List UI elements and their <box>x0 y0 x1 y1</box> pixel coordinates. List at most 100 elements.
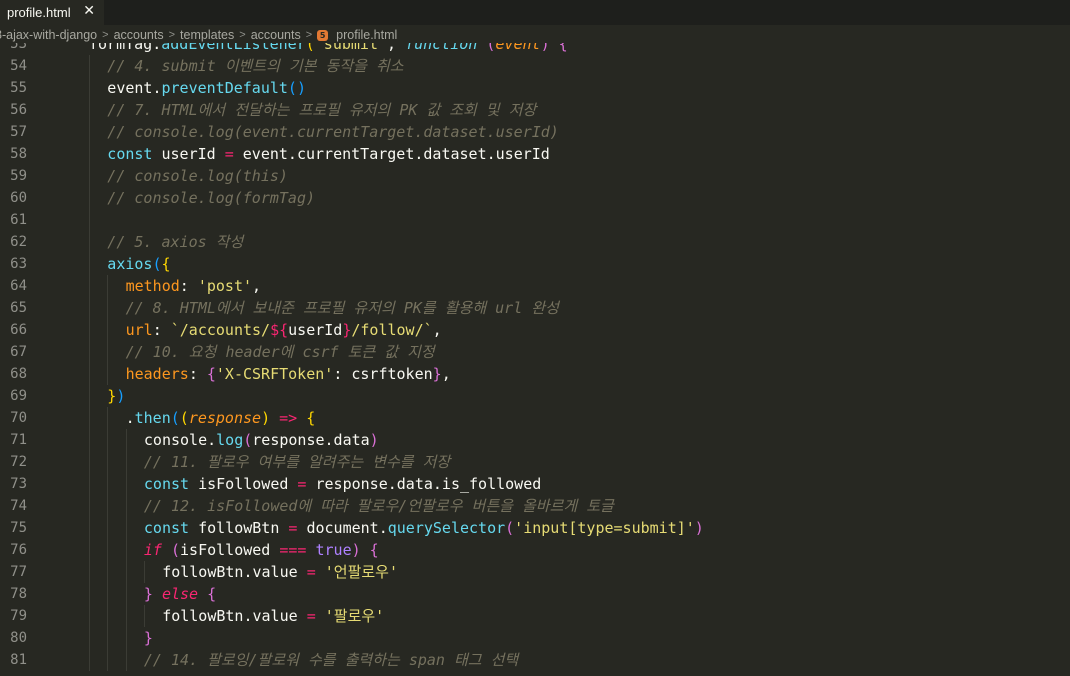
code-token: : csrftoken <box>333 365 433 383</box>
line-number: 58 <box>10 146 27 162</box>
code-token: // 12. isFollowed에 따라 팔로우/언팔로우 버튼을 올바르게 … <box>143 497 614 515</box>
code-line[interactable]: 59 // console.log(this) <box>0 165 1070 187</box>
code-token: event. <box>107 79 162 97</box>
code-editor[interactable]: 53 formTag.addEventListener('submit', fun… <box>0 43 1070 676</box>
code-line[interactable]: 60 // console.log(formTag) <box>0 187 1070 209</box>
code-line[interactable]: 69}) <box>0 385 1070 407</box>
code-line[interactable]: 80} <box>0 627 1070 649</box>
line-number: 73 <box>10 476 27 492</box>
line-number: 61 <box>10 212 27 228</box>
indent-guide <box>89 209 90 231</box>
code-line[interactable]: 74 // 12. isFollowed에 따라 팔로우/언팔로우 버튼을 올바르… <box>0 495 1070 517</box>
indent-guide <box>89 165 90 187</box>
code-line[interactable]: 64 method: 'post', <box>0 275 1070 297</box>
code-text: } else { <box>144 583 216 605</box>
line-number: 63 <box>10 256 27 272</box>
code-token: { <box>306 409 316 427</box>
code-token: } <box>143 585 153 603</box>
code-text: // 10. 요청 header에 csrf 토큰 값 지정 <box>126 341 435 363</box>
code-token: { <box>161 255 171 273</box>
code-token: const <box>143 519 190 537</box>
code-line[interactable]: 55 event.preventDefault() <box>0 77 1070 99</box>
code-line[interactable]: 56 // 7. HTML에서 전달하는 프로필 유저의 PK 값 조회 및 저장 <box>0 99 1070 121</box>
code-token: ( <box>170 409 180 427</box>
code-line[interactable]: 81 // 14. 팔로잉/팔로워 수를 출력하는 span 태그 선택 <box>0 649 1070 671</box>
code-token: true <box>315 541 352 559</box>
code-line[interactable]: 68 headers: {'X-CSRFToken': csrftoken}, <box>0 363 1070 385</box>
indent-guide <box>107 429 109 451</box>
code-line[interactable]: 54 // 4. submit 이벤트의 기본 동작을 취소 <box>0 55 1070 77</box>
code-line[interactable]: 72 // 11. 팔로우 여부를 알려주는 변수를 저장 <box>0 451 1070 473</box>
code-token: response.data <box>252 431 370 449</box>
line-number: 74 <box>10 498 27 514</box>
code-line[interactable]: 61 <box>0 209 1070 231</box>
code-token: : <box>188 365 207 383</box>
code-token: else <box>161 585 199 603</box>
code-line[interactable]: 76 if (isFollowed === true) { <box>0 539 1070 561</box>
code-line[interactable]: 67 // 10. 요청 header에 csrf 토큰 값 지정 <box>0 341 1070 363</box>
indent-guide <box>125 649 127 671</box>
indent-guide <box>89 627 90 649</box>
code-line[interactable]: 53 formTag.addEventListener('submit', fun… <box>0 43 1070 55</box>
breadcrumb-item-accounts-sub[interactable]: accounts <box>251 28 301 42</box>
code-line[interactable]: 79 followBtn.value = '팔로우' <box>0 605 1070 627</box>
code-text: // 14. 팔로잉/팔로워 수를 출력하는 span 태그 선택 <box>144 649 518 671</box>
code-token: followBtn.value <box>162 607 307 625</box>
tab-profile-html[interactable]: profile.html ✕ <box>0 0 104 25</box>
indent-guide <box>143 605 145 627</box>
breadcrumb-item-file[interactable]: profile.html <box>336 28 397 42</box>
indent-guide <box>89 605 90 627</box>
indent-guide <box>89 561 90 583</box>
indent-guide <box>89 275 90 297</box>
code-token: ( <box>170 541 181 559</box>
close-icon[interactable]: ✕ <box>83 3 95 19</box>
code-token: ) <box>261 409 271 427</box>
code-text: // 5. axios 작성 <box>107 231 243 253</box>
indent-guide <box>89 385 90 407</box>
code-token: ) <box>369 431 379 449</box>
line-number: 76 <box>10 542 27 558</box>
code-text: followBtn.value = '팔로우' <box>162 605 384 627</box>
code-line[interactable]: 57 // console.log(event.currentTarget.dat… <box>0 121 1070 143</box>
code-line[interactable]: 75 const followBtn = document.querySelect… <box>0 517 1070 539</box>
code-token: // console.log(event.currentTarget.datas… <box>107 123 559 141</box>
code-token: log <box>216 431 244 449</box>
code-token: () <box>287 79 306 97</box>
code-line[interactable]: 73 const isFollowed = response.data.is_fo… <box>0 473 1070 495</box>
code-text: // 12. isFollowed에 따라 팔로우/언팔로우 버튼을 올바르게 … <box>144 495 614 517</box>
line-number: 57 <box>10 124 27 140</box>
breadcrumb-item-accounts[interactable]: accounts <box>114 28 164 42</box>
indent-guide <box>89 429 90 451</box>
line-number: 69 <box>10 388 27 404</box>
code-token: // console.log(formTag) <box>107 189 316 207</box>
code-line[interactable]: 65 // 8. HTML에서 보내준 프로필 유저의 PK를 활용해 url 완… <box>0 297 1070 319</box>
code-line[interactable]: 63 axios({ <box>0 253 1070 275</box>
code-token: . <box>125 409 135 427</box>
code-token: console. <box>143 431 217 449</box>
indent-guide <box>107 297 109 319</box>
code-line[interactable]: 66 url: `/accounts/${userId}/follow/`, <box>0 319 1070 341</box>
code-token: ) <box>694 519 704 537</box>
code-token: ( <box>505 519 515 537</box>
indent-guide <box>125 539 127 561</box>
line-number: 59 <box>10 168 27 184</box>
code-line[interactable]: 70 .then((response) => { <box>0 407 1070 429</box>
code-line[interactable]: 77 followBtn.value = '언팔로우' <box>0 561 1070 583</box>
code-token: url <box>125 321 153 339</box>
breadcrumb-item-project[interactable]: 8-ajax-with-django <box>0 28 97 42</box>
code-line[interactable]: 58 const userId = event.currentTarget.dat… <box>0 143 1070 165</box>
indent-guide <box>89 473 90 495</box>
code-line[interactable]: 62 // 5. axios 작성 <box>0 231 1070 253</box>
chevron-right-icon: > <box>305 29 313 41</box>
code-line[interactable]: 71 console.log(response.data) <box>0 429 1070 451</box>
code-token: // 11. 팔로우 여부를 알려주는 변수를 저장 <box>143 453 451 471</box>
code-token: ${ <box>270 321 289 339</box>
code-line[interactable]: 78} else { <box>0 583 1070 605</box>
code-token: : <box>152 321 171 339</box>
line-number: 60 <box>10 190 27 206</box>
code-text: // console.log(this) <box>107 165 288 187</box>
breadcrumb-item-templates[interactable]: templates <box>180 28 234 42</box>
